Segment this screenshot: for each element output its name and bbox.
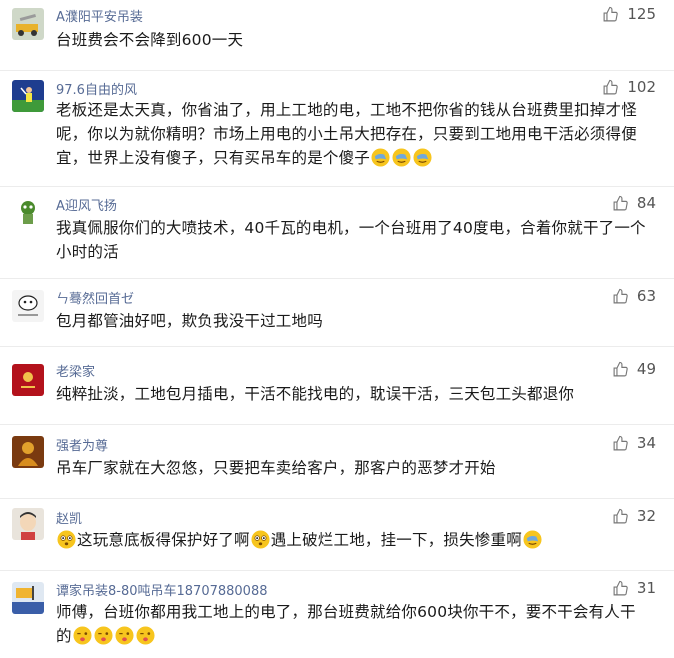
comment-item: 强者为尊 34 吊车厂家就在大忽悠，只要把车卖给客户，那客户的恶梦才开始: [0, 424, 674, 499]
comment-text-content: 老板还是太天真，你省油了，用上工地的电，工地不把你省的钱从台班费里扣掉才怪呢，你…: [56, 101, 637, 167]
thumbs-up-icon: [612, 508, 629, 525]
comment-text: 老板还是太天真，你省油了，用上工地的电，工地不把你省的钱从台班费里扣掉才怪呢，你…: [56, 98, 650, 170]
like-count: 102: [627, 78, 656, 96]
like-count: 31: [636, 579, 656, 597]
thumbs-up-icon: [602, 79, 619, 96]
comment-item: 谭家吊装8-80吨吊车18707880088 31 师傅，台班你都用我工地上的电…: [0, 570, 674, 658]
avatar[interactable]: [12, 196, 44, 228]
like-button[interactable]: 32: [612, 507, 656, 525]
comment-username[interactable]: 谭家吊装8-80吨吊车18707880088: [56, 580, 268, 599]
like-button[interactable]: 63: [612, 287, 656, 305]
comment-username[interactable]: 赵凯: [56, 508, 82, 527]
like-count: 49: [636, 360, 656, 378]
wink-emoji: [136, 626, 155, 645]
facepalm-emoji: [392, 148, 411, 167]
thumbs-up-icon: [612, 361, 629, 378]
thumbs-up-icon: [612, 580, 629, 597]
facepalm-emoji: [523, 530, 542, 549]
comment-text: 台班费会不会降到600一天: [56, 31, 244, 49]
facepalm-emoji: [371, 148, 390, 167]
avatar[interactable]: [12, 582, 44, 614]
shocked-emoji: [57, 530, 76, 549]
comment-item: A濮阳平安吊装 125 台班费会不会降到600一天: [0, 0, 674, 71]
comment-text: 包月都管油好吧，欺负我没干过工地吗: [56, 312, 323, 330]
comment-username[interactable]: 97.6自由的风: [56, 79, 137, 98]
comment-username[interactable]: A濮阳平安吊装: [56, 6, 143, 25]
wink-emoji: [115, 626, 134, 645]
comment-item: 老梁家 49 纯粹扯淡，工地包月插电，干活不能找电的，耽误干活，三天包工头都退你: [0, 346, 674, 425]
like-count: 63: [636, 287, 656, 305]
comment-text: 这玩意底板得保护好了啊 遇上破烂工地，挂一下，损失惨重啊: [56, 528, 650, 552]
avatar[interactable]: [12, 80, 44, 112]
comment-text: 师傅，台班你都用我工地上的电了，那台班费就给你600块你干不，要不干会有人干的: [56, 600, 650, 648]
comment-text: 纯粹扯淡，工地包月插电，干活不能找电的，耽误干活，三天包工头都退你: [56, 385, 575, 403]
comment-text: 吊车厂家就在大忽悠，只要把车卖给客户，那客户的恶梦才开始: [56, 459, 496, 477]
shocked-emoji: [251, 530, 270, 549]
avatar[interactable]: [12, 8, 44, 40]
like-count: 32: [636, 507, 656, 525]
like-button[interactable]: 84: [612, 194, 656, 212]
wink-emoji: [73, 626, 92, 645]
wink-emoji: [94, 626, 113, 645]
comment-item: ㄣ蓦然回首ゼ 63 包月都管油好吧，欺负我没干过工地吗: [0, 278, 674, 347]
thumbs-up-icon: [612, 195, 629, 212]
avatar[interactable]: [12, 364, 44, 396]
comment-username[interactable]: 强者为尊: [56, 435, 108, 454]
comment-username[interactable]: 老梁家: [56, 361, 95, 380]
comment-item: 97.6自由的风 102 老板还是太天真，你省油了，用上工地的电，工地不把你省的…: [0, 70, 674, 187]
comment-item: A迎风飞扬 84 我真佩服你们的大喷技术，40千瓦的电机，一个台班用了40度电，…: [0, 186, 674, 279]
comment-username[interactable]: A迎风飞扬: [56, 195, 117, 214]
thumbs-up-icon: [612, 288, 629, 305]
like-count: 34: [636, 434, 656, 452]
thumbs-up-icon: [612, 435, 629, 452]
comment-text: 我真佩服你们的大喷技术，40千瓦的电机，一个台班用了40度电，合着你就干了一个小…: [56, 219, 646, 261]
comment-text-content: 这玩意底板得保护好了啊: [77, 531, 250, 549]
avatar[interactable]: [12, 290, 44, 322]
facepalm-emoji: [413, 148, 432, 167]
comment-username[interactable]: ㄣ蓦然回首ゼ: [56, 288, 134, 307]
like-button[interactable]: 34: [612, 434, 656, 452]
like-button[interactable]: 125: [602, 5, 656, 23]
avatar[interactable]: [12, 508, 44, 540]
comment-text-content: 遇上破烂工地，挂一下，损失惨重啊: [270, 531, 522, 549]
comment-item: 赵凯 32 这玩意底板得保护好了啊 遇上破烂工地，挂一下，损失惨重啊: [0, 498, 674, 571]
like-button[interactable]: 49: [612, 360, 656, 378]
like-count: 84: [636, 194, 656, 212]
like-button[interactable]: 102: [602, 78, 656, 96]
like-count: 125: [627, 5, 656, 23]
thumbs-up-icon: [602, 6, 619, 23]
avatar[interactable]: [12, 436, 44, 468]
like-button[interactable]: 31: [612, 579, 656, 597]
